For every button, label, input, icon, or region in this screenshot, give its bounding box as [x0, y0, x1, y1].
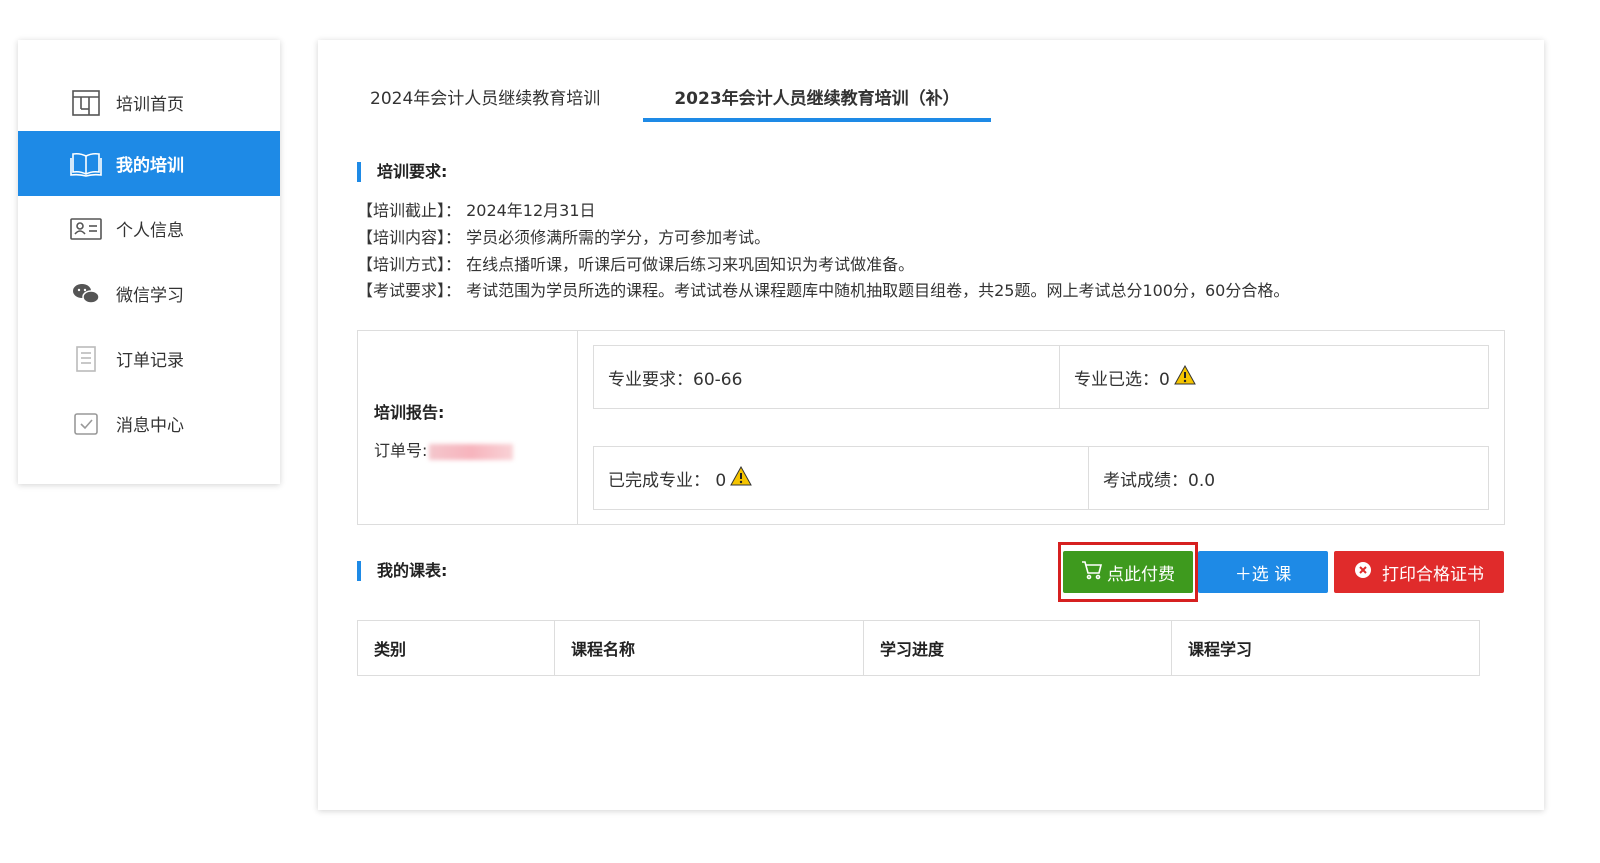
sidebar-item-home[interactable]: 培训首页 — [18, 70, 280, 135]
major-completed: 已完成专业： 0 — [608, 470, 727, 491]
order-number-redacted — [429, 443, 514, 460]
warning-icon — [1173, 364, 1196, 390]
sidebar-item-personal-info[interactable]: 个人信息 — [18, 196, 280, 261]
schedule-title: 我的课表: — [357, 561, 447, 581]
column-header-course-name: 课程名称 — [555, 621, 864, 675]
major-completed-cell: 已完成专业： 0 — [593, 446, 1089, 510]
document-icon — [70, 344, 102, 374]
checkbox-icon — [70, 409, 102, 439]
major-required-cell: 专业要求：60-66 — [593, 345, 1060, 409]
requirement-exam: 【考试要求】： 考试范围为学员所选的课程。考试试卷从课程题库中随机抽取题目组卷，… — [357, 281, 1290, 300]
requirement-method: 【培训方式】： 在线点播听课，听课后可做课后练习来巩固知识为考试做准备。 — [357, 255, 915, 274]
major-selected: 专业已选：0 — [1074, 369, 1170, 390]
order-number: 订单号: — [374, 437, 514, 461]
pay-button-label: 点此付费 — [1107, 564, 1175, 585]
column-header-progress: 学习进度 — [864, 621, 1172, 675]
sidebar-item-label: 个人信息 — [116, 221, 184, 241]
course-table-header: 类别 课程名称 学习进度 课程学习 — [357, 620, 1480, 676]
sidebar-item-wechat[interactable]: 微信学习 — [18, 261, 280, 326]
major-required: 专业要求：60-66 — [608, 369, 743, 390]
exam-score: 考试成绩：0.0 — [1103, 470, 1216, 491]
sidebar-item-label: 培训首页 — [116, 95, 184, 115]
tab-2023-training[interactable]: 2023年会计人员继续教育培训（补） — [643, 72, 991, 122]
report-title: 培训报告: — [374, 403, 445, 422]
book-icon — [70, 149, 102, 179]
close-circle-icon — [1354, 561, 1376, 584]
select-course-label: ＋选 课 — [1234, 564, 1292, 585]
report-summary: 培训报告: 订单号: — [358, 331, 578, 524]
column-header-category: 类别 — [358, 621, 555, 675]
sidebar-item-label: 消息中心 — [116, 416, 184, 436]
sidebar: 培训首页 我的培训 个人信息 微信学习 订单记录 消息中心 — [18, 40, 280, 484]
requirement-deadline: 【培训截止】： 2024年12月31日 — [357, 201, 596, 220]
sidebar-item-label: 订单记录 — [116, 351, 184, 371]
print-certificate-button[interactable]: 打印合格证书 — [1334, 551, 1504, 593]
requirement-content: 【培训内容】： 学员必须修满所需的学分，方可参加考试。 — [357, 228, 771, 247]
column-header-course-study: 课程学习 — [1188, 640, 1253, 659]
id-card-icon — [70, 214, 102, 244]
sidebar-item-label: 我的培训 — [116, 156, 184, 176]
warning-icon — [730, 465, 753, 491]
major-selected-cell: 专业已选：0 — [1059, 345, 1489, 409]
sidebar-item-orders[interactable]: 订单记录 — [18, 326, 280, 391]
select-course-button[interactable]: ＋选 课 — [1198, 551, 1328, 593]
sidebar-item-my-training[interactable]: 我的培训 — [18, 131, 280, 196]
sidebar-item-messages[interactable]: 消息中心 — [18, 391, 280, 456]
cart-icon — [1081, 560, 1107, 585]
requirements-title: 培训要求: — [357, 162, 447, 182]
order-number-label: 订单号: — [374, 441, 428, 460]
store-icon — [70, 88, 102, 118]
print-certificate-label: 打印合格证书 — [1382, 564, 1484, 585]
sidebar-item-label: 微信学习 — [116, 286, 184, 306]
exam-score-cell: 考试成绩：0.0 — [1088, 446, 1489, 510]
wechat-icon — [70, 279, 102, 309]
pay-button[interactable]: 点此付费 — [1063, 551, 1193, 593]
tab-2024-training[interactable]: 2024年会计人员继续教育培训 — [370, 72, 600, 122]
